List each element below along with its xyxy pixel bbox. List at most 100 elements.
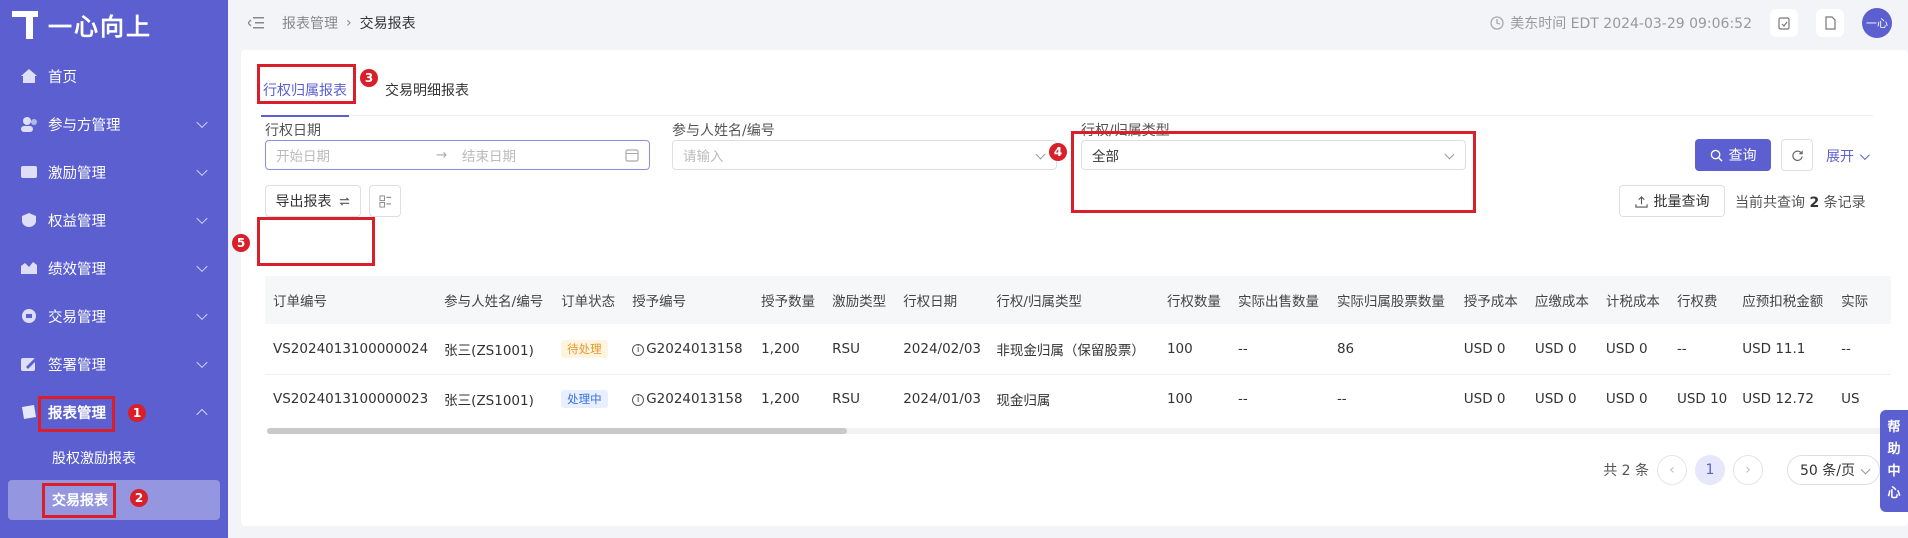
- cell-order-no: VS2024013100000023: [273, 391, 429, 407]
- sidebar-item-incentive[interactable]: 激励管理: [0, 148, 228, 196]
- task-button[interactable]: [1770, 9, 1798, 37]
- chevron-down-icon: [1859, 149, 1870, 160]
- avatar[interactable]: 一心: [1862, 8, 1892, 38]
- breadcrumb-separator-icon: ›: [346, 15, 352, 31]
- main-card: 行权归属报表 交易明细报表 行权日期 开始日期 → 结束日期 参与人姓名/编号 …: [241, 50, 1908, 526]
- tab-trade-detail-report[interactable]: 交易明细报表: [385, 66, 469, 116]
- export-report-button[interactable]: 导出报表: [265, 185, 361, 217]
- date-separator-icon: →: [436, 147, 448, 163]
- clipboard-check-icon: [1778, 17, 1790, 30]
- next-page-button[interactable]: ›: [1733, 455, 1764, 485]
- batch-query-label: 批量查询: [1653, 194, 1710, 210]
- cell-participant: 张三(ZS1001): [444, 393, 534, 409]
- calendar-icon: [625, 149, 639, 162]
- record-count: 2: [1809, 195, 1820, 211]
- column-settings-button[interactable]: [369, 185, 401, 217]
- cell-grant-no[interactable]: i G2024013158: [624, 374, 753, 420]
- cell-exercise-date: 2024/01/03: [903, 391, 981, 407]
- chevron-up-icon: [196, 408, 208, 421]
- equity-icon: [20, 212, 38, 228]
- date-filter-label: 行权日期: [265, 123, 321, 139]
- breadcrumb-current: 交易报表: [359, 16, 416, 32]
- scrollbar-thumb[interactable]: [267, 428, 847, 434]
- cell-vesting-type: 现金归属: [996, 393, 1051, 409]
- sidebar-item-label: 激励管理: [48, 165, 106, 182]
- chevron-down-icon: [196, 260, 208, 273]
- users-icon: [20, 116, 38, 132]
- annotation-badge: 1: [128, 404, 146, 422]
- report-tabs: 行权归属报表 交易明细报表: [261, 66, 1873, 117]
- tab-vesting-report[interactable]: 行权归属报表: [261, 66, 349, 117]
- prev-page-button[interactable]: ‹: [1657, 455, 1688, 485]
- date-start-input[interactable]: 开始日期: [276, 145, 436, 165]
- column-header: 行权费: [1676, 294, 1718, 310]
- sidebar-subitem-label: 交易报表: [52, 493, 108, 509]
- horizontal-scrollbar[interactable]: [267, 428, 1891, 434]
- table-row[interactable]: VS2024013100000024 张三(ZS1001) 待处理 i G2024…: [265, 324, 1891, 374]
- sidebar-nav: 首页 参与方管理 激励管理 权益管理 绩效管理 交易管理 签署管理 报表管理 股…: [0, 52, 228, 520]
- table-row[interactable]: VS2024013100000023 张三(ZS1001) 处理中 i G2024…: [265, 374, 1891, 420]
- help-char: 帮: [1887, 420, 1901, 435]
- page-number-button[interactable]: 1: [1695, 455, 1726, 485]
- breadcrumb-item[interactable]: 报表管理: [282, 13, 338, 33]
- vesting-type-value: 全部: [1092, 149, 1119, 165]
- logo[interactable]: 一心向上: [0, 0, 228, 48]
- column-header: 授予成本: [1463, 294, 1518, 310]
- sidebar-item-report[interactable]: 报表管理: [0, 388, 228, 436]
- reset-button[interactable]: [1781, 139, 1813, 171]
- column-header: 应缴成本: [1534, 294, 1589, 310]
- date-range-picker[interactable]: 开始日期 → 结束日期: [265, 140, 650, 170]
- sidebar-item-label: 权益管理: [48, 213, 106, 230]
- sidebar-item-label: 绩效管理: [48, 261, 106, 278]
- sidebar-item-label: 交易管理: [48, 309, 106, 326]
- document-button[interactable]: [1816, 9, 1844, 37]
- sidebar-item-sign[interactable]: 签署管理: [0, 340, 228, 388]
- sidebar-item-trade[interactable]: 交易管理: [0, 292, 228, 340]
- expand-filters-link[interactable]: 展开: [1826, 146, 1870, 166]
- sidebar-item-label: 首页: [48, 69, 77, 86]
- participant-placeholder: 请输入: [683, 149, 724, 165]
- page-size-select[interactable]: 50 条/页: [1787, 455, 1880, 485]
- record-suffix: 条记录: [1823, 195, 1866, 211]
- cell-vested-shares: --: [1336, 391, 1347, 407]
- chevron-down-icon: [196, 116, 208, 129]
- sidebar-subitem-label: 股权激励报表: [52, 451, 136, 467]
- batch-query-button[interactable]: 批量查询: [1619, 185, 1725, 217]
- search-button[interactable]: 查询: [1695, 139, 1771, 171]
- info-icon: i: [632, 394, 645, 406]
- timezone-clock: 美东时间 EDT 2024-03-29 09:06:52: [1490, 13, 1752, 33]
- header-right: 美东时间 EDT 2024-03-29 09:06:52 一心: [1490, 0, 1892, 46]
- sign-icon: [20, 356, 38, 372]
- cell-grant-no[interactable]: i G2024013158: [624, 324, 753, 374]
- sidebar-item-participants[interactable]: 参与方管理: [0, 100, 228, 148]
- export-button-label: 导出报表: [275, 194, 332, 210]
- sidebar-subitem-trade-report[interactable]: 交易报表: [8, 480, 220, 520]
- cell-status: 待处理: [553, 324, 624, 374]
- sidebar: 一心向上 首页 参与方管理 激励管理 权益管理 绩效管理 交易管理 签署管理 报…: [0, 0, 228, 538]
- sidebar-item-home[interactable]: 首页: [0, 52, 228, 100]
- table-header-row: 订单编号 参与人姓名/编号 订单状态 授予编号 授予数量 激励类型 行权日期 行…: [265, 276, 1891, 324]
- annotation-badge: 5: [232, 234, 250, 252]
- grant-no-text: G2024013158: [646, 391, 743, 407]
- cell-exercise-fee: --: [1676, 340, 1687, 357]
- help-char: 助: [1887, 442, 1901, 457]
- breadcrumb: 报表管理 › 交易报表: [282, 13, 416, 33]
- menu-collapse-icon[interactable]: [247, 16, 264, 30]
- participant-select[interactable]: 请输入: [672, 140, 1057, 170]
- report-icon: [20, 404, 38, 420]
- chevron-down-icon: [196, 164, 208, 177]
- help-center-button[interactable]: 帮 助 中 心: [1880, 410, 1908, 512]
- report-table-wrapper[interactable]: 订单编号 参与人姓名/编号 订单状态 授予编号 授予数量 激励类型 行权日期 行…: [265, 276, 1891, 420]
- cell-tax-cost: USD 0: [1605, 391, 1648, 407]
- sidebar-item-equity[interactable]: 权益管理: [0, 196, 228, 244]
- sidebar-item-performance[interactable]: 绩效管理: [0, 244, 228, 292]
- column-header: 实际归属股票数量: [1336, 294, 1445, 310]
- cell-order-no: VS2024013100000024: [273, 340, 429, 357]
- vesting-type-select[interactable]: 全部: [1081, 140, 1466, 170]
- date-end-input[interactable]: 结束日期: [462, 145, 625, 165]
- search-icon: [1710, 149, 1723, 162]
- sidebar-subitem-equity-report[interactable]: 股权激励报表: [0, 436, 228, 480]
- cell-actual: --: [1841, 340, 1851, 357]
- column-header: 计税成本: [1605, 294, 1660, 310]
- column-settings-icon: [378, 194, 391, 208]
